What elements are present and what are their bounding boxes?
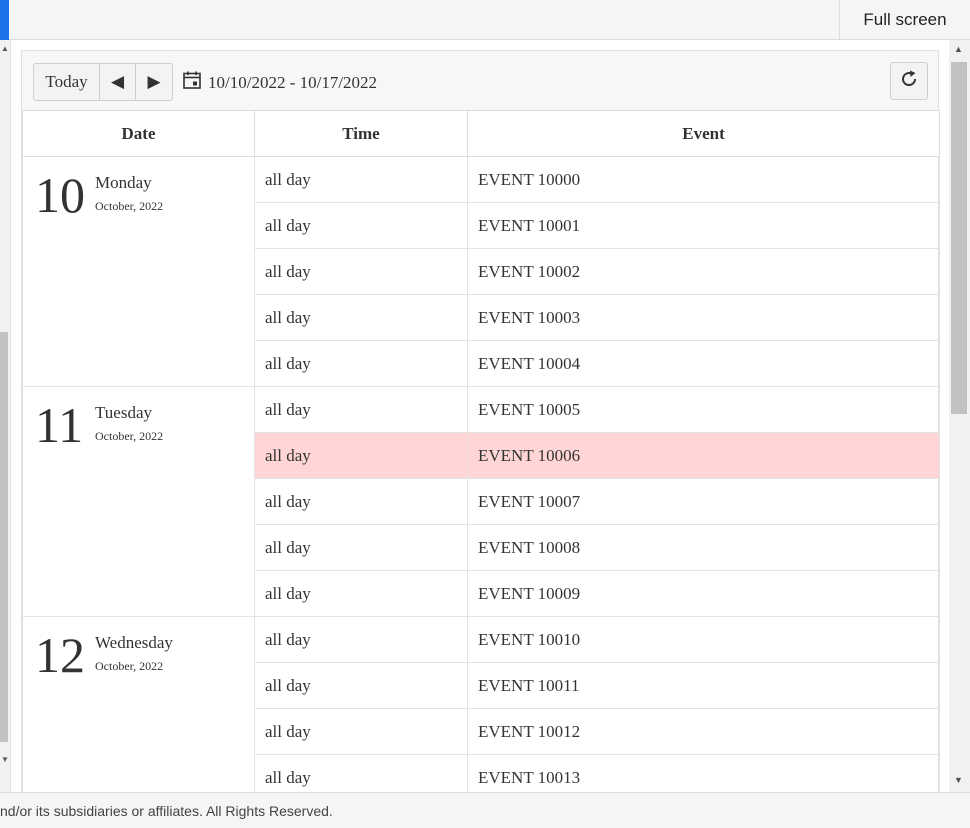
event-title[interactable]: EVENT 10002 — [467, 248, 940, 295]
table-row[interactable]: 12 Wednesday October, 2022 all day EVENT 100… — [22, 616, 940, 801]
month-year-label: October, 2022 — [95, 659, 164, 673]
event-title[interactable]: EVENT 10011 — [467, 662, 940, 709]
event-time[interactable]: all day — [254, 616, 468, 663]
scroll-down-icon[interactable]: ▼ — [954, 775, 963, 785]
event-title[interactable]: EVENT 10000 — [467, 156, 940, 203]
day-number: 10 — [35, 167, 85, 223]
event-time[interactable]: all day — [254, 570, 468, 617]
month-year-label: October, 2022 — [95, 429, 164, 443]
navigation-button-group: Today ◀ ▶ — [33, 63, 173, 101]
event-title[interactable]: EVENT 10006 — [467, 432, 940, 479]
weekday-label: Wednesday — [95, 633, 173, 652]
event-time[interactable]: all day — [254, 524, 468, 571]
event-time[interactable]: all day — [254, 340, 468, 387]
event-title[interactable]: EVENT 10001 — [467, 202, 940, 249]
event-time[interactable]: all day — [254, 432, 468, 479]
day-number: 11 — [35, 397, 84, 453]
day-number: 12 — [35, 627, 85, 683]
event-title[interactable]: EVENT 10008 — [467, 524, 940, 571]
event-title[interactable]: EVENT 10010 — [467, 616, 940, 663]
agenda-table: Date Time Event 10 Monday October, 2022 all… — [22, 110, 940, 801]
fullscreen-button[interactable]: Full screen — [839, 0, 970, 40]
table-row[interactable]: 11 Tuesday October, 2022 all day EVENT 10005 — [22, 386, 940, 617]
event-title[interactable]: EVENT 10005 — [467, 386, 940, 433]
weekday-label: Tuesday — [95, 403, 152, 422]
date-range-picker[interactable]: 10/10/2022 - 10/17/2022 — [182, 70, 377, 95]
weekday-label: Monday — [95, 173, 152, 192]
scheduler-toolbar: Today ◀ ▶ 10/10/2022 - 10/17/2022 — [22, 51, 938, 111]
event-title[interactable]: EVENT 10009 — [467, 570, 940, 617]
event-time[interactable]: all day — [254, 248, 468, 295]
month-year-label: October, 2022 — [95, 199, 164, 213]
refresh-button[interactable] — [890, 62, 928, 100]
footer: nd/or its subsidiaries or affiliates. Al… — [0, 792, 970, 828]
event-time[interactable]: all day — [254, 386, 468, 433]
table-row[interactable]: 10 Monday October, 2022 all day EVENT 10000 — [22, 156, 940, 387]
column-header-date[interactable]: Date — [22, 110, 255, 157]
page-scroll-thumb[interactable] — [0, 332, 8, 742]
date-group-cell: 11 Tuesday October, 2022 — [22, 386, 255, 617]
event-title[interactable]: EVENT 10007 — [467, 478, 940, 525]
accent-strip — [0, 0, 9, 40]
scroll-up-icon[interactable]: ▲ — [954, 44, 963, 54]
scheduler: Today ◀ ▶ 10/10/2022 - 10/17/2022 Date T… — [21, 50, 940, 801]
date-group-cell: 12 Wednesday October, 2022 — [22, 616, 255, 801]
top-bar: Full screen — [0, 0, 970, 40]
refresh-icon — [899, 69, 919, 94]
event-time[interactable]: all day — [254, 294, 468, 341]
scroll-thumb[interactable] — [951, 62, 967, 414]
copyright-text: nd/or its subsidiaries or affiliates. Al… — [0, 802, 333, 819]
column-header-event[interactable]: Event — [467, 110, 940, 157]
calendar-icon — [182, 70, 202, 95]
date-group-cell: 10 Monday October, 2022 — [22, 156, 255, 387]
column-header-time[interactable]: Time — [254, 110, 468, 157]
event-time[interactable]: all day — [254, 478, 468, 525]
scroll-down-icon[interactable]: ▼ — [1, 755, 9, 764]
caret-right-icon: ▶ — [147, 72, 161, 91]
event-title[interactable]: EVENT 10012 — [467, 708, 940, 755]
next-button[interactable]: ▶ — [136, 64, 172, 100]
event-title[interactable]: EVENT 10003 — [467, 294, 940, 341]
event-time[interactable]: all day — [254, 202, 468, 249]
scroll-up-icon[interactable]: ▲ — [1, 44, 9, 53]
caret-left-icon: ◀ — [110, 72, 125, 91]
table-header-row: Date Time Event — [22, 110, 940, 157]
event-time[interactable]: all day — [254, 662, 468, 709]
scheduler-scrollbar[interactable]: ▲ ▼ — [949, 40, 970, 792]
page-scrollbar[interactable]: ▲ ▼ — [0, 40, 11, 792]
today-button[interactable]: Today — [34, 64, 100, 100]
date-range-text: 10/10/2022 - 10/17/2022 — [208, 72, 378, 92]
event-time[interactable]: all day — [254, 708, 468, 755]
event-time[interactable]: all day — [254, 156, 468, 203]
previous-button[interactable]: ◀ — [100, 64, 136, 100]
event-title[interactable]: EVENT 10004 — [467, 340, 940, 387]
